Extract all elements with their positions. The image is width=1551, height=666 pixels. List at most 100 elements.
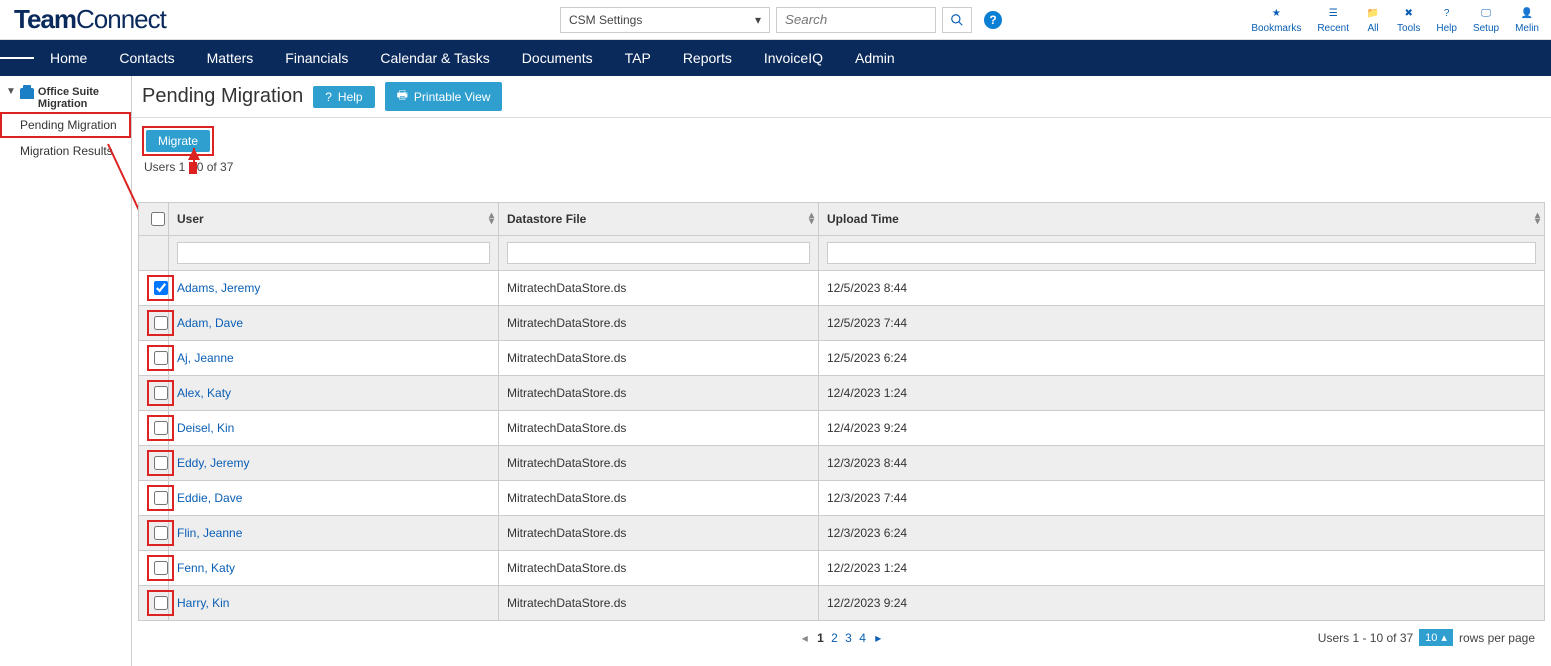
row-checkbox[interactable] bbox=[154, 351, 168, 365]
checkbox-highlight bbox=[147, 415, 174, 441]
filter-row bbox=[139, 236, 1545, 271]
print-icon: 🖶 bbox=[397, 86, 408, 107]
sort-icon[interactable]: ▴▾ bbox=[1535, 213, 1540, 225]
setup-link[interactable]: 🖵 Setup bbox=[1473, 5, 1499, 34]
nav-contacts[interactable]: Contacts bbox=[103, 40, 190, 76]
row-user-cell: Aj, Jeanne bbox=[169, 341, 499, 376]
csm-settings-dropdown[interactable]: CSM Settings ▾ bbox=[560, 7, 770, 33]
nav-documents[interactable]: Documents bbox=[506, 40, 609, 76]
search-input[interactable] bbox=[776, 7, 936, 33]
sort-icon[interactable]: ▴▾ bbox=[809, 213, 814, 225]
nav-calendar[interactable]: Calendar & Tasks bbox=[364, 40, 505, 76]
row-file-cell: MitratechDataStore.ds bbox=[499, 446, 819, 481]
printable-view-button[interactable]: 🖶 Printable View bbox=[385, 82, 503, 111]
row-check-cell bbox=[139, 516, 169, 551]
nav-admin[interactable]: Admin bbox=[839, 40, 911, 76]
row-time-cell: 12/5/2023 6:24 bbox=[819, 341, 1545, 376]
row-checkbox[interactable] bbox=[154, 561, 168, 575]
filter-time-input[interactable] bbox=[827, 242, 1536, 264]
row-checkbox[interactable] bbox=[154, 316, 168, 330]
user-link[interactable]: Eddy, Jeremy bbox=[177, 456, 249, 470]
table-row: Adams, JeremyMitratechDataStore.ds12/5/2… bbox=[139, 271, 1545, 306]
help-button[interactable]: ? Help bbox=[313, 86, 374, 108]
pager-page[interactable]: 4 bbox=[857, 631, 868, 645]
filter-file-input[interactable] bbox=[507, 242, 810, 264]
row-file-cell: MitratechDataStore.ds bbox=[499, 586, 819, 621]
pager-right: Users 1 - 10 of 37 10 ▴ rows per page bbox=[1318, 629, 1535, 646]
sort-icon[interactable]: ▴▾ bbox=[489, 213, 494, 225]
pager-page[interactable]: 2 bbox=[829, 631, 840, 645]
select-all-checkbox[interactable] bbox=[151, 212, 165, 226]
col-file-header[interactable]: Datastore File ▴▾ bbox=[499, 203, 819, 236]
row-check-cell bbox=[139, 551, 169, 586]
user-link[interactable]: Deisel, Kin bbox=[177, 421, 234, 435]
recent-link[interactable]: ☰ Recent bbox=[1317, 5, 1349, 34]
pager-next[interactable]: ▸ bbox=[873, 631, 883, 645]
user-link[interactable]: Adams, Jeremy bbox=[177, 281, 260, 295]
col-user-header[interactable]: User ▴▾ bbox=[169, 203, 499, 236]
logo-light: Connect bbox=[76, 4, 166, 34]
nav-matters[interactable]: Matters bbox=[191, 40, 270, 76]
pager-prev[interactable]: ◂ bbox=[800, 631, 810, 645]
nav-invoiceiq[interactable]: InvoiceIQ bbox=[748, 40, 839, 76]
user-link[interactable]: Alex, Katy bbox=[177, 386, 231, 400]
user-link[interactable]: Fenn, Katy bbox=[177, 561, 235, 575]
help-icon: ? bbox=[1439, 5, 1455, 21]
row-file-cell: MitratechDataStore.ds bbox=[499, 411, 819, 446]
row-check-cell bbox=[139, 376, 169, 411]
row-user-cell: Alex, Katy bbox=[169, 376, 499, 411]
row-checkbox[interactable] bbox=[154, 596, 168, 610]
row-check-cell bbox=[139, 586, 169, 621]
search-button[interactable] bbox=[942, 7, 972, 33]
row-checkbox[interactable] bbox=[154, 526, 168, 540]
migrate-button[interactable]: Migrate bbox=[146, 130, 210, 152]
checkbox-highlight bbox=[147, 310, 174, 336]
nav-home[interactable]: Home bbox=[34, 40, 103, 76]
help-link[interactable]: ? Help bbox=[1436, 5, 1457, 34]
row-file-cell: MitratechDataStore.ds bbox=[499, 516, 819, 551]
row-check-cell bbox=[139, 446, 169, 481]
user-link[interactable]: Adam, Dave bbox=[177, 316, 243, 330]
user-link[interactable]: Harry, Kin bbox=[177, 596, 229, 610]
table-wrap: User ▴▾ Datastore File ▴▾ Upload Time ▴▾ bbox=[132, 202, 1551, 646]
row-checkbox[interactable] bbox=[154, 421, 168, 435]
rows-per-page-select[interactable]: 10 ▴ bbox=[1419, 629, 1453, 646]
hamburger-menu[interactable] bbox=[0, 40, 34, 76]
nav-reports[interactable]: Reports bbox=[667, 40, 748, 76]
checkbox-highlight bbox=[147, 275, 174, 301]
row-checkbox[interactable] bbox=[154, 281, 168, 295]
logo-bold: Team bbox=[14, 4, 76, 34]
sidebar-header[interactable]: ▼ Office Suite Migration bbox=[0, 84, 131, 112]
nav-tap[interactable]: TAP bbox=[609, 40, 667, 76]
tools-label: Tools bbox=[1397, 23, 1420, 34]
user-link[interactable]: Eddie, Dave bbox=[177, 491, 242, 505]
pager-page[interactable]: 3 bbox=[843, 631, 854, 645]
row-checkbox[interactable] bbox=[154, 386, 168, 400]
tools-link[interactable]: ✖ Tools bbox=[1397, 5, 1420, 34]
caret-down-icon: ▼ bbox=[6, 86, 16, 97]
sidebar-item-migration-results[interactable]: Migration Results bbox=[0, 138, 131, 164]
all-link[interactable]: 📁 All bbox=[1365, 5, 1381, 34]
user-menu[interactable]: 👤 Melin bbox=[1515, 5, 1539, 34]
row-user-cell: Eddy, Jeremy bbox=[169, 446, 499, 481]
checkbox-highlight bbox=[147, 345, 174, 371]
bookmarks-link[interactable]: ★ Bookmarks bbox=[1251, 5, 1301, 34]
row-user-cell: Fenn, Katy bbox=[169, 551, 499, 586]
users-count: Users 1 0 of 37 bbox=[132, 160, 1551, 174]
filter-user-input[interactable] bbox=[177, 242, 490, 264]
row-checkbox[interactable] bbox=[154, 491, 168, 505]
user-link[interactable]: Aj, Jeanne bbox=[177, 351, 234, 365]
table-row: Eddie, DaveMitratechDataStore.ds12/3/202… bbox=[139, 481, 1545, 516]
nav-financials[interactable]: Financials bbox=[269, 40, 364, 76]
migration-table: User ▴▾ Datastore File ▴▾ Upload Time ▴▾ bbox=[138, 202, 1545, 621]
context-help-button[interactable]: ? bbox=[984, 11, 1002, 29]
row-checkbox[interactable] bbox=[154, 456, 168, 470]
row-check-cell bbox=[139, 306, 169, 341]
row-time-cell: 12/2/2023 9:24 bbox=[819, 586, 1545, 621]
pager-page[interactable]: 1 bbox=[815, 631, 826, 645]
pagination-row: ◂ 1 2 3 4 ▸ Users 1 - 10 of 37 10 ▴ rows… bbox=[138, 621, 1545, 646]
user-link[interactable]: Flin, Jeanne bbox=[177, 526, 242, 540]
sidebar-item-pending-migration[interactable]: Pending Migration bbox=[0, 112, 131, 138]
topbar: TeamConnect CSM Settings ▾ ? ★ Bookmarks… bbox=[0, 0, 1551, 40]
col-time-header[interactable]: Upload Time ▴▾ bbox=[819, 203, 1545, 236]
